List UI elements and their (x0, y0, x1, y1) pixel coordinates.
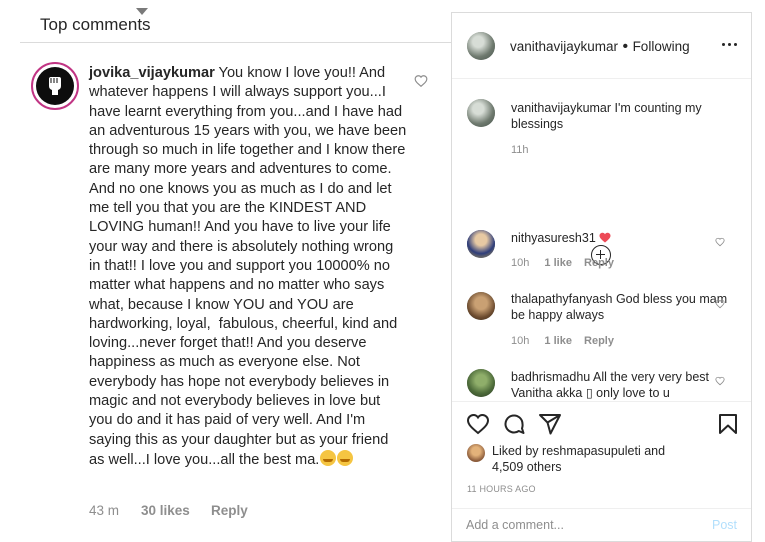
like-heart-icon[interactable] (414, 74, 428, 88)
avatar[interactable] (467, 444, 485, 462)
like-heart-icon[interactable] (466, 412, 490, 436)
share-icon[interactable] (538, 412, 562, 436)
comment-username[interactable]: nithyasuresh31 (511, 231, 596, 245)
liked-by-prefix: Liked by (492, 444, 539, 458)
post-button[interactable]: Post (712, 518, 737, 532)
reply-button[interactable]: Reply (584, 257, 614, 269)
liked-by-and: and (644, 444, 666, 458)
comment-meta: 43 m 30 likes Reply (89, 503, 248, 518)
liked-by-username[interactable]: reshmapasupuleti (542, 444, 641, 458)
avatar[interactable] (31, 62, 79, 110)
caption-text: vanithavijaykumar I'm counting my blessi… (511, 100, 729, 132)
comment-body: jovika_vijaykumar You know I love you!! … (89, 64, 407, 470)
divider (20, 42, 451, 43)
comment-username[interactable]: jovika_vijaykumar (89, 65, 215, 81)
comment-likes[interactable]: 30 likes (141, 503, 211, 518)
comment-meta: 10h 1 like Reply (511, 335, 614, 347)
caption-time: 11h (511, 144, 529, 156)
comment-meta: 10h 1 like Reply (511, 257, 614, 269)
caption-username[interactable]: vanithavijaykumar (511, 101, 611, 115)
caret-down-icon[interactable] (136, 8, 148, 15)
post-time[interactable]: 11 HOURS AGO (467, 484, 536, 494)
post-panel: vanithavijaykumar • Following vanithavij… (451, 12, 752, 542)
like-heart-icon[interactable] (715, 299, 725, 309)
sort-dropdown[interactable]: Top comments (40, 13, 151, 37)
red-heart-icon (599, 232, 611, 243)
comment-avatar[interactable] (467, 292, 495, 320)
liked-by-text: Liked by reshmapasupuleti and 4,509 othe… (492, 443, 665, 475)
add-comment-bar: Post (452, 508, 751, 542)
comment-likes[interactable]: 1 like (544, 335, 572, 347)
comment-username[interactable]: thalapathyfanyash (511, 292, 612, 306)
comments-panel: Top comments jovika_vijaykumar You know … (0, 0, 451, 542)
comment-time: 10h (511, 335, 530, 347)
liked-count[interactable]: 4,509 others (492, 460, 562, 474)
author-avatar[interactable] (467, 32, 495, 60)
sort-label: Top comments (40, 15, 151, 34)
author-line: vanithavijaykumar • Following (510, 38, 690, 56)
avatar-image (36, 67, 74, 105)
raised-fist-icon (49, 77, 61, 95)
comment-avatar[interactable] (467, 369, 495, 397)
list-item: nithyasuresh31 (511, 230, 729, 246)
comment-time: 43 m (89, 503, 120, 518)
bookmark-icon[interactable] (716, 412, 740, 436)
like-heart-icon[interactable] (715, 237, 725, 247)
following-button[interactable]: Following (633, 39, 690, 54)
caption-avatar[interactable] (467, 99, 495, 127)
comment-username[interactable]: badhrismadhu (511, 370, 590, 384)
list-item: thalapathyfanyash God bless you mam be h… (511, 291, 729, 323)
hugging-emoji-icon (320, 449, 337, 466)
separator-dot: • (622, 38, 629, 55)
post-actions (452, 401, 751, 441)
comment-text: You know I love you!! And whatever happe… (89, 65, 411, 468)
post-header: vanithavijaykumar • Following (452, 13, 751, 79)
add-comment-input[interactable] (466, 518, 686, 532)
liked-by: Liked by reshmapasupuleti and 4,509 othe… (467, 441, 737, 481)
reply-button[interactable]: Reply (584, 335, 614, 347)
hugging-emoji-icon (337, 449, 354, 466)
post-comments: vanithavijaykumar I'm counting my blessi… (452, 80, 751, 400)
comment-icon[interactable] (502, 412, 526, 436)
comment-time: 10h (511, 257, 530, 269)
more-options-icon[interactable] (722, 43, 737, 46)
author-username[interactable]: vanithavijaykumar (510, 39, 618, 54)
reply-button[interactable]: Reply (211, 503, 248, 518)
list-item: badhrismadhu All the very very best Vani… (511, 369, 729, 400)
comment-avatar[interactable] (467, 230, 495, 258)
comment-likes[interactable]: 1 like (544, 257, 572, 269)
like-heart-icon[interactable] (715, 376, 725, 386)
